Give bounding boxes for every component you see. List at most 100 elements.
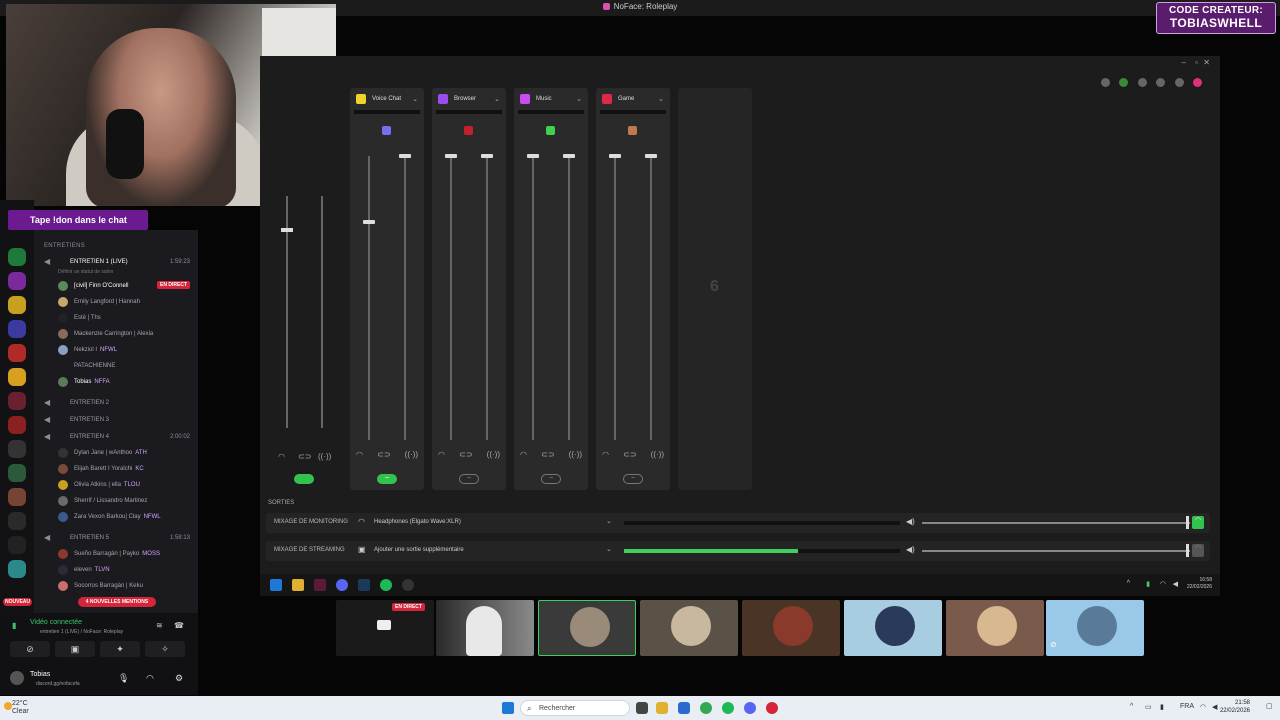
monitor-toggle-button[interactable]: ◠ (1192, 516, 1204, 529)
server-icon[interactable] (8, 248, 26, 266)
chevron-down-icon[interactable]: ⌄ (576, 95, 582, 103)
link-icon[interactable]: ⊂⊃ (377, 450, 390, 459)
voice-user[interactable]: Sueño Barragán | Payko MOSS (34, 546, 198, 562)
participant-tile[interactable] (640, 600, 738, 656)
folder-icon[interactable] (656, 702, 668, 714)
channel-header[interactable]: Browser ⌄ (438, 94, 500, 106)
microphone-icon[interactable]: 🎙 (118, 673, 129, 684)
server-icon[interactable] (8, 392, 26, 410)
close-icon[interactable]: ✕ (1203, 58, 1210, 67)
voice-user[interactable]: Zara Vexon Barkou| Clay NFWL (34, 509, 198, 525)
mixer-empty-slot[interactable]: 6 (678, 88, 752, 490)
chevron-up-icon[interactable]: ^ (1130, 703, 1133, 710)
headphones-icon[interactable]: ◠ (438, 450, 445, 459)
voice-channel[interactable]: ◀ ENTRETIEN 5 1:58:13 (34, 531, 198, 545)
globe-icon[interactable] (1156, 78, 1166, 87)
screen-share-button[interactable]: ▣ (55, 641, 95, 657)
start-icon[interactable] (502, 702, 514, 714)
wifi-icon[interactable]: ◠ (1160, 580, 1166, 588)
fader-knob[interactable] (445, 154, 457, 158)
voice-channel-info[interactable]: entretien 1 (LIVE) / NoFace: Roleplay (40, 629, 123, 635)
app-icon[interactable] (382, 126, 391, 135)
broadcast-icon[interactable]: ((·)) (651, 450, 664, 459)
broadcast-icon[interactable]: ((·)) (318, 452, 331, 461)
voice-user[interactable]: Elijah Barett I Yoralchi KC (34, 461, 198, 477)
output-device[interactable]: Headphones (Elgato Wave:XLR) (374, 519, 461, 525)
monitor-toggle-button[interactable]: ◠ (1192, 544, 1204, 557)
output-device[interactable]: Ajouter une sortie supplémentaire (374, 547, 464, 553)
volume-track[interactable] (922, 522, 1190, 524)
fader-knob[interactable] (609, 154, 621, 158)
voice-user[interactable]: Sherrif / Lissandro Martinez (34, 493, 198, 509)
microphone-icon[interactable]: ▮ (1160, 703, 1164, 711)
fader-knob[interactable] (527, 154, 539, 158)
mute-toggle[interactable]: ~ (623, 474, 643, 484)
notifications-icon[interactable]: ▢ (1266, 702, 1273, 710)
server-icon[interactable] (8, 344, 26, 362)
search-input[interactable]: ⌕ Rechercher (520, 700, 630, 716)
stream-thumbnail[interactable] (436, 600, 534, 656)
fader-knob[interactable] (281, 228, 293, 232)
participant-tile[interactable] (844, 600, 942, 656)
server-icon[interactable] (8, 512, 26, 530)
chevron-up-icon[interactable]: ^ (1127, 580, 1130, 587)
headphones-icon[interactable]: ◠ (146, 673, 154, 684)
maximize-icon[interactable]: ▫ (1195, 58, 1198, 67)
broadcast-icon[interactable]: ((·)) (487, 450, 500, 459)
app-icon[interactable] (546, 126, 555, 135)
voice-user[interactable]: Tobias NFFA (34, 374, 198, 390)
volume-icon[interactable]: ◀ (1173, 580, 1178, 588)
app-icon[interactable] (766, 702, 778, 714)
activities-button[interactable]: ✦ (100, 641, 140, 657)
participant-tile[interactable] (946, 600, 1044, 656)
voice-user[interactable]: Mackenzie Carrington | Alexia (34, 326, 198, 342)
avatar[interactable] (10, 671, 24, 685)
fader-knob[interactable] (481, 154, 493, 158)
spotify-icon[interactable] (380, 579, 392, 591)
voice-channel[interactable]: ◀ ENTRETIEN 3 (34, 413, 198, 427)
headphones-icon[interactable] (1137, 78, 1147, 87)
participant-tile[interactable] (538, 600, 636, 656)
link-icon[interactable]: ⊂⊃ (541, 450, 554, 459)
category-header[interactable]: ENTRETIENS (44, 243, 85, 249)
server-icon[interactable] (8, 560, 26, 578)
volume-knob[interactable] (1186, 516, 1189, 529)
mute-toggle[interactable]: ~ (459, 474, 479, 484)
mute-toggle[interactable]: ~ (541, 474, 561, 484)
settings-gear-icon[interactable]: ⚙ (175, 673, 183, 684)
clock[interactable]: 21:58 22/02/2026 (1220, 699, 1250, 715)
new-mentions-badge[interactable]: 4 NOUVELLES MENTIONS (78, 597, 156, 607)
voice-status[interactable]: Vidéo connectée (30, 619, 82, 626)
voice-user[interactable]: [civil] Finn O'Connell EN DIRECT (34, 278, 198, 294)
voice-user[interactable]: Emily Langford | Hannah (34, 294, 198, 310)
app-icon[interactable] (628, 126, 637, 135)
headphones-icon[interactable]: ◠ (356, 450, 363, 459)
fader-knob[interactable] (563, 154, 575, 158)
headphones-icon[interactable]: ◠ (520, 450, 527, 459)
chevron-down-icon[interactable]: ⌄ (412, 95, 418, 103)
server-icon[interactable] (8, 272, 26, 290)
spotify-icon[interactable] (722, 702, 734, 714)
participant-tile[interactable]: ⊘ (1046, 600, 1144, 656)
speaker-icon[interactable]: ◀) (906, 545, 915, 554)
chrome-icon[interactable] (700, 702, 712, 714)
fader-knob[interactable] (399, 154, 411, 158)
fader-knob[interactable] (645, 154, 657, 158)
start-icon[interactable] (270, 579, 282, 591)
minimize-icon[interactable]: – (1182, 58, 1186, 67)
store-icon[interactable] (678, 702, 690, 714)
broadcast-icon[interactable]: ((·)) (405, 450, 418, 459)
steam-icon[interactable] (358, 579, 370, 591)
server-icon[interactable] (8, 488, 26, 506)
link-icon[interactable] (1100, 78, 1110, 87)
discord-icon[interactable] (744, 702, 756, 714)
voice-user[interactable]: Olivia Atkins | ella TLOU (34, 477, 198, 493)
broadcast-icon[interactable]: ((·)) (569, 450, 582, 459)
server-icon[interactable] (8, 416, 26, 434)
server-icon[interactable] (8, 536, 26, 554)
discord-icon[interactable] (336, 579, 348, 591)
participant-tile[interactable] (742, 600, 840, 656)
channel-header[interactable]: Music ⌄ (520, 94, 582, 106)
mute-toggle[interactable]: ~ (377, 474, 397, 484)
voice-user[interactable]: Nekziol I NFWL (34, 342, 198, 358)
